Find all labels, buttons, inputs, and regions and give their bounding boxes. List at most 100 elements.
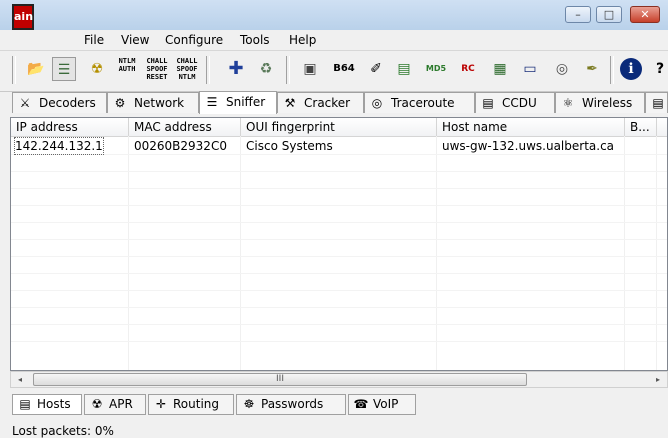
rc-icon[interactable]: RC (456, 57, 480, 81)
tab-label: Traceroute (391, 96, 455, 110)
menu-view[interactable]: View (121, 33, 149, 47)
menu-file[interactable]: File (84, 33, 104, 47)
info-icon[interactable]: ℹ (620, 58, 642, 80)
horizontal-scrollbar[interactable]: ◂ III ▸ (10, 371, 668, 388)
chall-spoof-reset-button[interactable]: CHALL SPOOF RESET (145, 57, 169, 81)
row-divider (11, 171, 667, 172)
base64-icon[interactable]: B64 (332, 57, 356, 81)
ntlm-auth-button[interactable]: NTLM AUTH (115, 57, 139, 81)
cell-oui: Cisco Systems (246, 139, 333, 153)
key-icon[interactable]: ✒ (580, 57, 604, 81)
hash-icon[interactable]: ✐ (364, 57, 388, 81)
tab-label: Cracker (304, 96, 351, 110)
dialog-icon[interactable]: ▣ (298, 57, 322, 81)
cain-logo-icon: ain (12, 4, 34, 30)
subtab-label: VoIP (373, 397, 399, 411)
row-divider (11, 256, 667, 257)
cracker-icon: ⚒ (284, 96, 296, 110)
menu-tools[interactable]: Tools (240, 33, 270, 47)
calculator-icon[interactable]: ▦ (488, 57, 512, 81)
tab-label: Sniffer (226, 95, 266, 109)
traceroute-icon: ◎ (371, 96, 383, 110)
open-folder-icon[interactable]: 📂 (24, 57, 48, 81)
column-header-b[interactable]: B... (625, 118, 657, 136)
tab-label: Decoders (39, 96, 96, 110)
tab-traceroute[interactable]: ◎ Traceroute (364, 92, 475, 113)
close-button[interactable]: ✕ (630, 6, 660, 23)
radiation-icon[interactable]: ☢ (85, 57, 109, 81)
network-icon: ⚙ (114, 96, 126, 110)
subtab-voip[interactable]: ☎ VoIP (348, 394, 416, 415)
column-header-mac[interactable]: MAC address (129, 118, 241, 136)
maximize-button[interactable]: □ (596, 6, 622, 23)
menu-help[interactable]: Help (289, 33, 316, 47)
voip-icon: ☎ (353, 397, 369, 411)
monitor-icon[interactable]: ▤ (392, 57, 416, 81)
column-header-oui[interactable]: OUI fingerprint (241, 118, 437, 136)
recycle-icon[interactable]: ♻ (254, 57, 278, 81)
tab-label: Wireless (582, 96, 633, 110)
subtab-label: Hosts (37, 397, 71, 411)
chall-spoof-ntlm-button[interactable]: CHALL SPOOF NTLM (175, 57, 199, 81)
tab-cracker[interactable]: ⚒ Cracker (277, 92, 364, 113)
scroll-thumb[interactable]: III (33, 373, 527, 386)
toolbar-separator (206, 56, 210, 84)
subtab-label: Passwords (261, 397, 324, 411)
row-divider (11, 324, 667, 325)
tab-overflow[interactable]: ▤ (645, 92, 668, 113)
menu-bar: File View Configure Tools Help (0, 30, 668, 50)
subtab-routing[interactable]: ✛ Routing (148, 394, 234, 415)
row-divider (11, 188, 667, 189)
add-icon[interactable]: ✚ (224, 57, 248, 81)
column-header-hostname[interactable]: Host name (437, 118, 625, 136)
subtab-hosts[interactable]: ▤ Hosts (12, 394, 82, 415)
cell-hostname: uws-gw-132.uws.ualberta.ca (442, 139, 615, 153)
sniffer-card-icon[interactable]: ☰ (52, 57, 76, 81)
overflow-icon: ▤ (652, 96, 664, 110)
subtab-label: APR (109, 397, 133, 411)
hosts-icon: ▤ (19, 397, 31, 411)
column-header-ip[interactable]: IP address (11, 118, 129, 136)
apr-icon: ☢ (91, 397, 103, 411)
status-lost-packets: Lost packets: 0% (12, 424, 114, 438)
tab-ccdu[interactable]: ▤ CCDU (475, 92, 555, 113)
md5-icon[interactable]: MD5 (424, 57, 448, 81)
tab-label: Network (134, 96, 185, 110)
scroll-right-icon[interactable]: ▸ (651, 373, 665, 386)
menu-configure[interactable]: Configure (165, 33, 223, 47)
decoders-icon: ⚔ (19, 96, 31, 110)
subtab-apr[interactable]: ☢ APR (84, 394, 146, 415)
toolbar-grip (12, 56, 16, 84)
table-row[interactable]: 142.244.132.1 00260B2932C0 Cisco Systems… (11, 137, 667, 155)
row-divider (11, 239, 667, 240)
row-divider (11, 154, 667, 155)
toolbar-separator (610, 56, 614, 84)
toolbar: 📂 ☰ ☢ NTLM AUTH CHALL SPOOF RESET CHALL … (0, 50, 668, 92)
routing-icon: ✛ (155, 397, 167, 411)
title-bar: ain – □ ✕ (0, 0, 668, 30)
minimize-button[interactable]: – (565, 6, 591, 23)
help-icon[interactable]: ? (648, 57, 668, 81)
hosts-table[interactable]: IP address MAC address OUI fingerprint H… (10, 117, 668, 371)
subtab-label: Routing (173, 397, 220, 411)
subtab-passwords[interactable]: ☸ Passwords (236, 394, 346, 415)
tab-network[interactable]: ⚙ Network (107, 92, 199, 113)
toolbar-separator (286, 56, 290, 84)
passwords-icon: ☸ (243, 397, 255, 411)
scroll-left-icon[interactable]: ◂ (13, 373, 27, 386)
row-divider (11, 205, 667, 206)
row-divider (11, 222, 667, 223)
tab-label: CCDU (502, 96, 537, 110)
card-icon[interactable]: ▭ (518, 57, 542, 81)
sniffer-icon: ☰ (206, 95, 218, 109)
tab-sniffer[interactable]: ☰ Sniffer (199, 91, 277, 114)
row-divider (11, 290, 667, 291)
tab-wireless[interactable]: ⚛ Wireless (555, 92, 645, 113)
row-divider (11, 307, 667, 308)
globe-icon[interactable]: ◎ (550, 57, 574, 81)
cell-ip: 142.244.132.1 (14, 137, 104, 155)
tab-decoders[interactable]: ⚔ Decoders (12, 92, 107, 113)
row-divider (11, 341, 667, 342)
wireless-icon: ⚛ (562, 96, 574, 110)
cell-mac: 00260B2932C0 (134, 139, 227, 153)
